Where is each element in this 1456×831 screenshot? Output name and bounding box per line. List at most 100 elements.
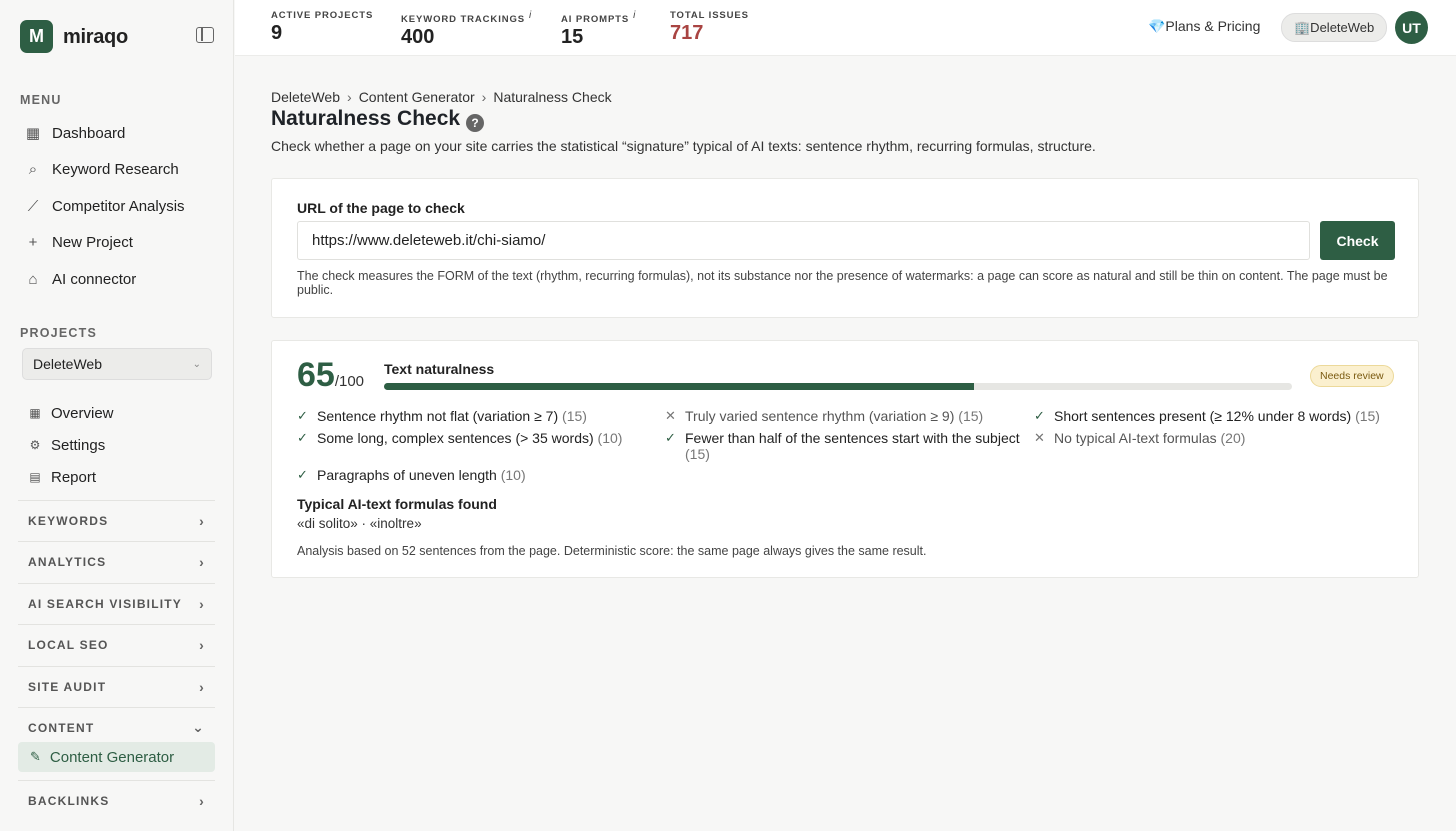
stat-total-issues: TOTAL ISSUES 717: [670, 10, 749, 45]
group-label: LOCAL SEO: [28, 637, 109, 652]
nav-label: Dashboard: [52, 124, 126, 142]
score-value: 65: [297, 356, 335, 394]
chevron-down-icon: ⌄: [192, 358, 201, 370]
stat-label: KEYWORD TRACKINGS: [401, 14, 526, 26]
stat-active-projects: ACTIVE PROJECTS 9: [271, 10, 373, 45]
group-label: SITE AUDIT: [28, 679, 107, 694]
group-label: CONTENT: [28, 720, 95, 735]
criterion-item: ✓ Fewer than half of the sentences start…: [665, 430, 1025, 462]
criterion-item: ✕ No typical AI-text formulas (20): [1034, 430, 1404, 446]
criterion-item: ✓ Sentence rhythm not flat (variation ≥ …: [297, 408, 657, 424]
breadcrumb-item-current: Naturalness Check: [493, 89, 612, 105]
stat-value: 15: [561, 26, 584, 49]
robot-icon: ⌂: [28, 270, 38, 288]
check-icon: ✓: [297, 430, 308, 445]
group-label: AI SEARCH VISIBILITY: [28, 596, 183, 611]
criterion-text: Short sentences present (≥ 12% under 8 w…: [1054, 408, 1352, 424]
group-content[interactable]: CONTENT ⌄: [18, 707, 215, 747]
check-icon: ✓: [1034, 408, 1045, 423]
nav-label: AI connector: [52, 270, 137, 288]
group-ai-search-visibility[interactable]: AI SEARCH VISIBILITY ›: [18, 583, 215, 623]
score: 65/100: [297, 356, 364, 395]
criterion-text: Some long, complex sentences (> 35 words…: [317, 430, 594, 446]
plus-icon: +: [28, 233, 38, 251]
breadcrumb-separator-icon: ›: [481, 89, 487, 105]
criterion-points: (10): [500, 467, 526, 483]
group-site-audit[interactable]: SITE AUDIT ›: [18, 666, 215, 706]
stat-value: 400: [401, 26, 435, 49]
nav-report[interactable]: ▤ Report: [28, 464, 96, 490]
grid-icon: ▦: [25, 125, 41, 142]
nav-ai-connector[interactable]: ⌂ AI connector: [24, 265, 136, 293]
nav-label: New Project: [52, 233, 133, 251]
check-button[interactable]: Check: [1320, 221, 1395, 260]
nav-label: Content Generator: [49, 748, 175, 766]
group-analytics[interactable]: ANALYTICS ›: [18, 541, 215, 581]
criterion-points: (15): [1355, 408, 1380, 424]
result-card: 65/100 Text naturalness Needs review ✓ S…: [271, 340, 1419, 578]
check-icon: ✓: [297, 467, 308, 482]
info-icon[interactable]: i: [633, 10, 636, 21]
group-local-seo[interactable]: LOCAL SEO ›: [18, 624, 215, 664]
chevron-right-icon: ›: [199, 678, 205, 695]
help-icon[interactable]: ?: [466, 114, 484, 132]
chart-line-icon: ⟋: [27, 197, 39, 215]
avatar[interactable]: UT: [1395, 11, 1428, 44]
gear-icon: ⚙: [29, 438, 41, 452]
url-check-card: URL of the page to check Check The check…: [271, 178, 1419, 318]
score-max: /100: [334, 373, 365, 390]
nav-keyword-research[interactable]: ⌕ Keyword Research: [24, 155, 179, 183]
stat-keyword-trackings: KEYWORD TRACKINGS i 400: [401, 10, 532, 49]
menu-label: MENU: [20, 93, 62, 107]
nav-overview[interactable]: ▦ Overview: [28, 400, 114, 426]
pencil-icon: ✎: [30, 749, 41, 764]
nav-new-project[interactable]: + New Project: [24, 228, 133, 256]
projects-label: PROJECTS: [20, 326, 97, 340]
nav-label: Overview: [51, 404, 114, 422]
sidebar-toggle-icon[interactable]: [196, 27, 214, 43]
info-icon[interactable]: i: [529, 10, 532, 21]
group-keywords[interactable]: KEYWORDS ›: [18, 500, 215, 540]
criterion-item: ✓ Short sentences present (≥ 12% under 8…: [1034, 408, 1404, 424]
grid-icon: ▦: [29, 406, 41, 420]
url-input[interactable]: [297, 221, 1310, 260]
chevron-right-icon: ›: [199, 792, 205, 809]
breadcrumb: DeleteWeb › Content Generator › Naturalness …: [271, 89, 612, 105]
group-label: BACKLINKS: [28, 793, 110, 808]
criterion-text: No typical AI-text formulas: [1054, 430, 1217, 446]
stat-ai-prompts: AI PROMPTS i 15: [561, 10, 636, 49]
cross-icon: ✕: [1034, 430, 1045, 445]
search-icon: ⌕: [28, 160, 38, 178]
logo-icon[interactable]: M: [20, 20, 53, 53]
criterion-text: Sentence rhythm not flat (variation ≥ 7): [317, 408, 559, 424]
topbar: ACTIVE PROJECTS 9 KEYWORD TRACKINGS i 400…: [235, 0, 1456, 56]
group-label: ANALYTICS: [28, 554, 107, 569]
plans-pricing-link[interactable]: 💎Plans & Pricing: [1148, 18, 1260, 35]
breadcrumb-item[interactable]: Content Generator: [359, 89, 475, 105]
chevron-down-icon: ⌄: [192, 719, 205, 735]
page-title: Naturalness Check: [271, 107, 461, 130]
workspace-chip[interactable]: 🏢DeleteWeb: [1281, 13, 1388, 42]
project-select[interactable]: DeleteWeb ⌄: [22, 348, 212, 380]
group-backlinks[interactable]: BACKLINKS ›: [18, 780, 215, 820]
stat-label: TOTAL ISSUES: [670, 10, 749, 21]
analysis-footnote: Analysis based on 52 sentences from the …: [297, 544, 927, 558]
breadcrumb-item[interactable]: DeleteWeb: [271, 89, 340, 105]
url-hint: The check measures the FORM of the text …: [297, 269, 1388, 297]
criterion-points: (20): [1220, 430, 1246, 446]
nav-settings[interactable]: ⚙ Settings: [28, 432, 106, 458]
criterion-points: (15): [958, 408, 984, 424]
criterion-points: (15): [685, 446, 710, 462]
stat-value: 717: [670, 22, 704, 44]
nav-content-generator[interactable]: ✎ Content Generator: [18, 742, 215, 772]
page-subtitle: Check whether a page on your site carrie…: [271, 138, 1096, 154]
nav-competitor-analysis[interactable]: ⟋ Competitor Analysis: [24, 192, 185, 220]
stat-label: ACTIVE PROJECTS: [271, 10, 374, 21]
status-badge: Needs review: [1310, 365, 1394, 387]
sidebar: M miraqo MENU ▦ Dashboard ⌕ Keyword Rese…: [0, 0, 234, 831]
check-icon: ✓: [665, 430, 676, 445]
nav-dashboard[interactable]: ▦ Dashboard: [24, 119, 125, 147]
metric-label: Text naturalness: [384, 361, 495, 377]
chevron-right-icon: ›: [199, 636, 205, 653]
breadcrumb-separator-icon: ›: [347, 89, 352, 105]
